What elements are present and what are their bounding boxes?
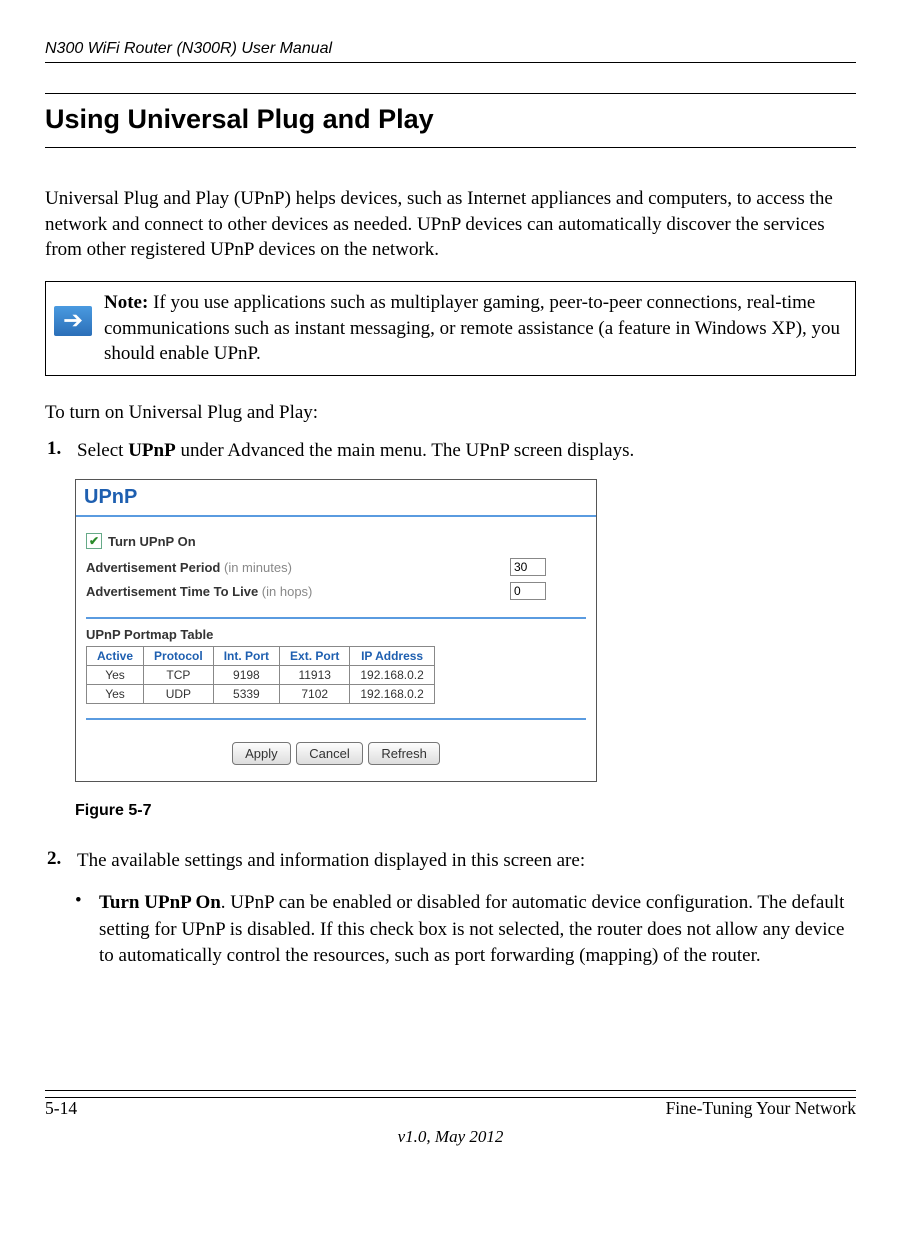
note-label: Note: bbox=[104, 292, 148, 313]
footer-version: v1.0, May 2012 bbox=[45, 1127, 856, 1147]
separator bbox=[86, 718, 586, 720]
cell-int-port: 9198 bbox=[213, 666, 279, 685]
page-footer: 5-14 Fine-Tuning Your Network v1.0, May … bbox=[45, 1090, 856, 1147]
adv-ttl-label: Advertisement Time To Live bbox=[86, 584, 258, 599]
adv-period-label: Advertisement Period bbox=[86, 560, 220, 575]
footer-page-number: 5-14 bbox=[45, 1098, 77, 1119]
advertisement-ttl-input[interactable] bbox=[510, 582, 546, 600]
cell-int-port: 5339 bbox=[213, 685, 279, 704]
cell-active: Yes bbox=[87, 685, 144, 704]
step1-post: under Advanced the main menu. The UPnP s… bbox=[176, 440, 635, 461]
router-upnp-panel: UPnP ✔ Turn UPnP On Advertisement Period… bbox=[75, 479, 597, 782]
col-active: Active bbox=[87, 647, 144, 666]
cancel-button[interactable]: Cancel bbox=[296, 742, 362, 765]
note-body: If you use applications such as multipla… bbox=[104, 292, 840, 364]
cell-ext-port: 7102 bbox=[280, 685, 350, 704]
adv-period-units: (in minutes) bbox=[220, 560, 292, 575]
figure-caption: Figure 5-7 bbox=[75, 802, 856, 820]
step-1: 1. Select UPnP under Advanced the main m… bbox=[45, 438, 856, 464]
cell-active: Yes bbox=[87, 666, 144, 685]
arrow-icon: ➔ bbox=[54, 306, 92, 336]
col-int-port: Int. Port bbox=[213, 647, 279, 666]
panel-title: UPnP bbox=[76, 480, 596, 513]
section-title: Using Universal Plug and Play bbox=[45, 93, 856, 148]
turn-upnp-on-row: ✔ Turn UPnP On bbox=[86, 533, 586, 549]
step-2: 2. The available settings and informatio… bbox=[45, 848, 856, 874]
arrow-glyph: ➔ bbox=[63, 309, 83, 333]
bullet-turn-upnp-on: • Turn UPnP On. UPnP can be enabled or d… bbox=[75, 890, 856, 970]
col-ip-address: IP Address bbox=[350, 647, 434, 666]
step-body: Select UPnP under Advanced the main menu… bbox=[77, 438, 856, 464]
step-number: 1. bbox=[45, 438, 77, 464]
refresh-button[interactable]: Refresh bbox=[368, 742, 440, 765]
step1-pre: Select bbox=[77, 440, 128, 461]
note-box: ➔ Note: If you use applications such as … bbox=[45, 281, 856, 376]
note-icon-cell: ➔ bbox=[46, 282, 100, 344]
advertisement-period-row: Advertisement Period (in minutes) bbox=[86, 555, 546, 579]
col-protocol: Protocol bbox=[144, 647, 214, 666]
step-body: The available settings and information d… bbox=[77, 848, 856, 874]
apply-button[interactable]: Apply bbox=[232, 742, 291, 765]
turn-upnp-on-label: Turn UPnP On bbox=[108, 534, 196, 549]
figure-screenshot: UPnP ✔ Turn UPnP On Advertisement Period… bbox=[75, 479, 856, 782]
cell-protocol: UDP bbox=[144, 685, 214, 704]
cell-protocol: TCP bbox=[144, 666, 214, 685]
cell-ip: 192.168.0.2 bbox=[350, 666, 434, 685]
separator bbox=[86, 617, 586, 619]
bullet-body: Turn UPnP On. UPnP can be enabled or dis… bbox=[99, 890, 856, 970]
cell-ext-port: 11913 bbox=[280, 666, 350, 685]
table-header-row: Active Protocol Int. Port Ext. Port IP A… bbox=[87, 647, 435, 666]
adv-ttl-units: (in hops) bbox=[258, 584, 312, 599]
portmap-table: Active Protocol Int. Port Ext. Port IP A… bbox=[86, 646, 435, 704]
advertisement-period-input[interactable] bbox=[510, 558, 546, 576]
table-row: Yes UDP 5339 7102 192.168.0.2 bbox=[87, 685, 435, 704]
turn-upnp-on-checkbox[interactable]: ✔ bbox=[86, 533, 102, 549]
step1-bold: UPnP bbox=[128, 440, 176, 461]
advertisement-ttl-row: Advertisement Time To Live (in hops) bbox=[86, 579, 546, 603]
note-text: Note: If you use applications such as mu… bbox=[100, 282, 855, 375]
instructions-lead: To turn on Universal Plug and Play: bbox=[45, 402, 856, 424]
table-row: Yes TCP 9198 11913 192.168.0.2 bbox=[87, 666, 435, 685]
step-number: 2. bbox=[45, 848, 77, 874]
cell-ip: 192.168.0.2 bbox=[350, 685, 434, 704]
portmap-heading: UPnP Portmap Table bbox=[86, 627, 586, 642]
col-ext-port: Ext. Port bbox=[280, 647, 350, 666]
button-row: Apply Cancel Refresh bbox=[86, 728, 586, 771]
bullet-bold: Turn UPnP On bbox=[99, 892, 221, 913]
intro-paragraph: Universal Plug and Play (UPnP) helps dev… bbox=[45, 186, 856, 263]
bullet-marker: • bbox=[75, 890, 99, 970]
title-underline bbox=[76, 515, 596, 517]
footer-section-name: Fine-Tuning Your Network bbox=[666, 1098, 856, 1119]
document-header: N300 WiFi Router (N300R) User Manual bbox=[45, 40, 856, 63]
